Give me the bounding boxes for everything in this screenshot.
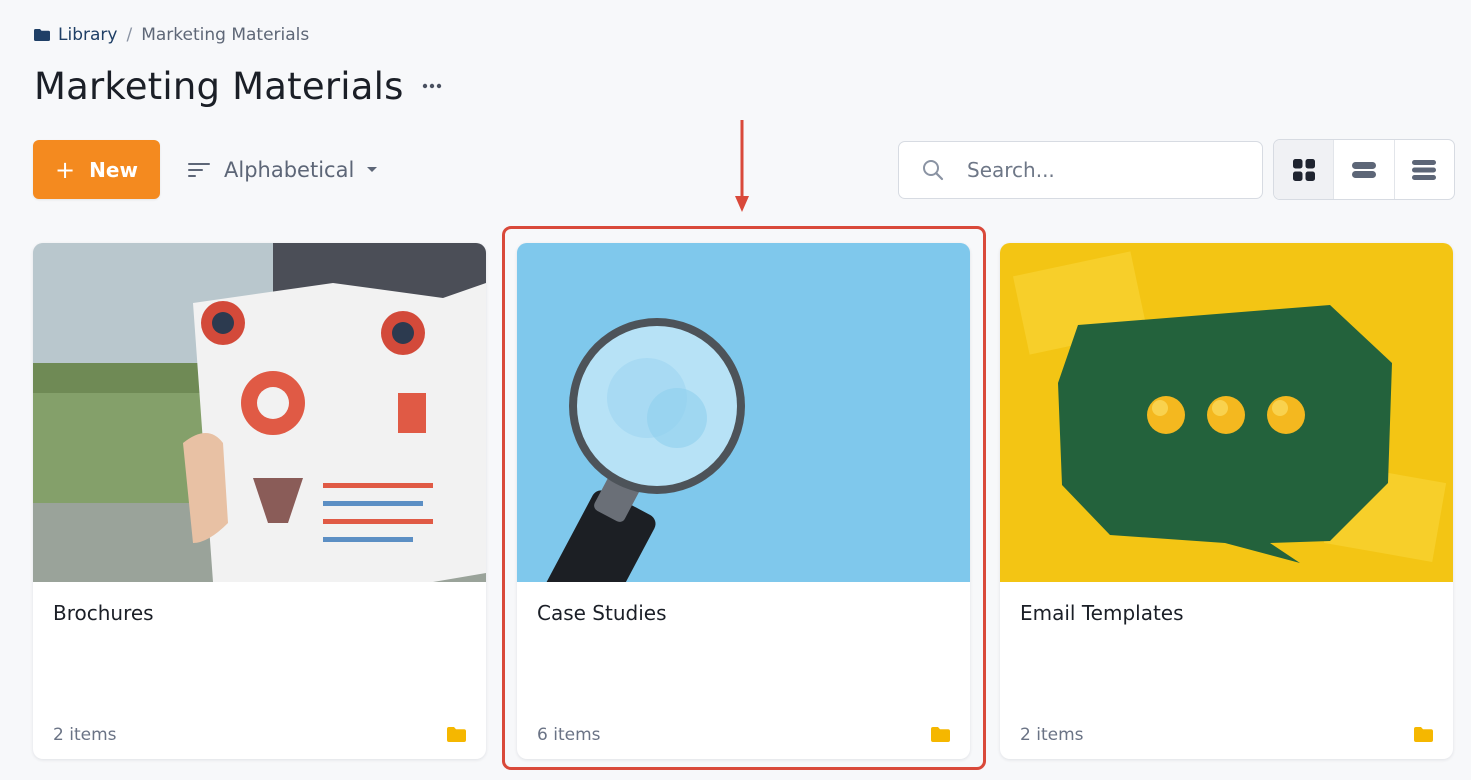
title-row: Marketing Materials (34, 60, 444, 112)
plus-icon: + (55, 155, 76, 184)
folder-name: Email Templates (1020, 601, 1184, 625)
folder-icon (447, 727, 466, 742)
folder-item-count: 2 items (53, 725, 117, 745)
folder-item-count: 2 items (1020, 725, 1084, 745)
folder-icon (1414, 727, 1433, 742)
search-input[interactable] (967, 158, 1247, 182)
folder-icon (931, 727, 950, 742)
breadcrumb-library-link[interactable]: Library (58, 25, 117, 45)
folder-card-email-templates[interactable]: Email Templates 2 items (1000, 243, 1453, 759)
folder-card-case-studies[interactable]: Case Studies 6 items (517, 243, 970, 759)
speech-bubble-thumbnail (1000, 243, 1453, 582)
view-toggle (1273, 139, 1455, 200)
folder-name: Case Studies (537, 601, 667, 625)
breadcrumb-current: Marketing Materials (141, 25, 310, 45)
grid-view-icon (1292, 158, 1315, 181)
more-options-button[interactable] (420, 74, 444, 98)
new-button-label: New (89, 157, 138, 182)
folder-name: Brochures (53, 601, 154, 625)
brochure-thumbnail (33, 243, 486, 582)
new-button[interactable]: + New (33, 140, 160, 199)
grid-view-button[interactable] (1274, 140, 1335, 199)
search-box (898, 141, 1263, 199)
compact-list-view-button[interactable] (1334, 140, 1395, 199)
folder-icon (34, 29, 50, 41)
list-view-button[interactable] (1395, 140, 1454, 199)
sort-icon (188, 163, 210, 177)
search-icon (923, 160, 944, 181)
sort-label: Alphabetical (224, 158, 355, 182)
annotation-arrow-icon (735, 120, 749, 212)
page-title: Marketing Materials (34, 64, 404, 108)
more-horizontal-icon (422, 83, 441, 89)
sort-dropdown[interactable]: Alphabetical (186, 150, 378, 190)
breadcrumb-separator: / (126, 25, 133, 45)
folder-card-brochures[interactable]: Brochures 2 items (33, 243, 486, 759)
breadcrumb: Library / Marketing Materials (34, 22, 309, 48)
compact-list-view-icon (1351, 161, 1376, 178)
caret-down-icon (367, 167, 378, 172)
list-view-icon (1412, 159, 1437, 180)
magnifier-thumbnail (517, 243, 970, 582)
folder-item-count: 6 items (537, 725, 601, 745)
